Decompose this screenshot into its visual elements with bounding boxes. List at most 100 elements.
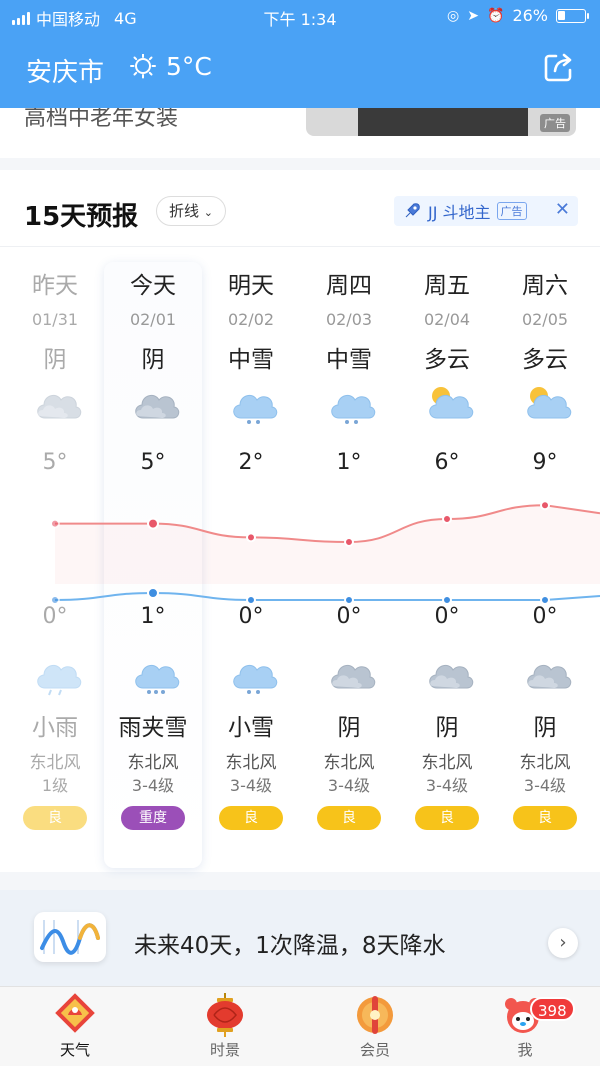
tab-label: 会员: [359, 1041, 390, 1059]
overcast-icon: [129, 380, 181, 426]
high-temp-point: [344, 537, 354, 547]
ad-tag: 广告: [540, 114, 570, 132]
battery-icon: [556, 8, 589, 23]
cloudy-sun-icon: [130, 53, 156, 78]
night-condition: 小雪: [228, 715, 274, 741]
aqi-badge: 良: [219, 806, 283, 830]
low-temp-line: [54, 591, 600, 601]
notification-badge: 398: [530, 997, 575, 1021]
day-name: 周四: [326, 273, 372, 299]
city-name[interactable]: 安庆市: [26, 52, 104, 89]
wind-direction: 东北风: [127, 753, 179, 773]
high-temp-point: [540, 500, 550, 511]
high-temp-point: [50, 518, 60, 529]
aqi-badge: 良: [513, 806, 577, 830]
day-name: 昨天: [32, 273, 78, 299]
wind-direction: 东北风: [421, 753, 473, 773]
overcast-icon: [521, 650, 573, 696]
current-temp: 5°C: [166, 52, 212, 81]
high-temp-area: [55, 505, 600, 584]
low-temp-point: [442, 595, 452, 605]
tab-label: 时景: [209, 1041, 240, 1059]
lantern-icon: [207, 993, 243, 1037]
snow-icon: [227, 380, 279, 426]
day-date: 01/31: [31, 310, 79, 329]
day-name: 明天: [228, 273, 274, 299]
night-condition: 阴: [337, 715, 361, 741]
tab-me[interactable]: 398 我: [450, 987, 600, 1066]
partly-cloudy-icon: [423, 380, 475, 426]
tab-member[interactable]: 会员: [300, 987, 450, 1066]
forecast-40day-banner[interactable]: 未来40天，1次降温，8天降水 ›: [0, 890, 600, 986]
night-condition: 雨夹雪: [118, 715, 188, 741]
high-temp: 2°: [238, 450, 264, 475]
aqi-badge: 良: [317, 806, 381, 830]
tab-label: 天气: [59, 1041, 90, 1059]
day-date: 02/03: [325, 310, 373, 329]
weather-badge-icon: [55, 993, 95, 1033]
day-condition: 多云: [522, 347, 568, 373]
night-condition: 阴: [533, 715, 557, 741]
clock: 下午 1:34: [263, 10, 337, 29]
overcast-icon: [423, 650, 475, 696]
wind-direction: 东北风: [323, 753, 375, 773]
day-condition: 中雪: [228, 347, 274, 373]
share-icon[interactable]: [542, 50, 576, 84]
high-temp: 9°: [532, 450, 558, 475]
day-name: 今天: [130, 273, 176, 299]
overcast-icon: [31, 380, 83, 426]
wind-level: 1级: [41, 776, 69, 795]
trend-chart-icon: [34, 912, 106, 962]
night-condition: 小雨: [32, 715, 78, 741]
day-condition: 多云: [424, 347, 470, 373]
snow-icon: [325, 380, 377, 426]
status-bar: 中国移动 4G 下午 1:34 ◎ ➤ ⏰ 26%: [0, 0, 600, 32]
wind-level: 3-4级: [131, 776, 175, 795]
aqi-badge: 良: [415, 806, 479, 830]
day-condition: 中雪: [326, 347, 372, 373]
rotation-lock-icon: ◎: [447, 7, 460, 24]
day-date: 02/04: [423, 310, 471, 329]
ad-strip-text[interactable]: 高档中老年女装: [24, 108, 178, 132]
low-temp-point: [540, 595, 550, 605]
high-temp-point: [246, 532, 256, 543]
partly-cloudy-icon: [521, 380, 573, 426]
sleet-icon: [129, 650, 181, 696]
alarm-icon: ⏰: [487, 7, 505, 24]
wind-direction: 东北风: [29, 753, 81, 773]
wind-direction: 东北风: [225, 753, 277, 773]
high-temp-point: [442, 514, 452, 524]
banner-text[interactable]: 未来40天，1次降温，8天降水: [134, 926, 446, 960]
day-date: 02/05: [521, 310, 569, 329]
wind-level: 3-4级: [425, 776, 469, 795]
low-temp-point: [344, 595, 354, 605]
day-condition: 阴: [43, 347, 67, 373]
high-temp: 5°: [42, 450, 68, 475]
ad-strip[interactable]: 高档中老年女装 广告: [0, 108, 600, 158]
wind-level: 3-4级: [229, 776, 273, 795]
aqi-badge: 良: [23, 806, 87, 830]
member-coin-icon: [357, 996, 393, 1034]
chevron-right-icon[interactable]: ›: [548, 928, 578, 958]
ad-strip-image[interactable]: 广告: [306, 108, 576, 136]
wind-level: 3-4级: [327, 776, 371, 795]
top-bar: 中国移动 4G 下午 1:34 ◎ ➤ ⏰ 26% 安庆市 5°C: [0, 0, 600, 108]
battery-percent: 26%: [512, 6, 548, 25]
current-weather: 5°C: [128, 52, 212, 81]
tab-label: 我: [517, 1041, 533, 1059]
temperature-chart: [50, 500, 600, 605]
tab-bar: 天气 时景 会员 398 我: [0, 986, 600, 1066]
tab-weather[interactable]: 天气: [0, 987, 150, 1066]
day-name: 周五: [424, 273, 470, 299]
overcast-icon: [325, 650, 377, 696]
high-temp: 1°: [336, 450, 362, 475]
rain-icon: [31, 650, 83, 696]
tab-scenery[interactable]: 时景: [150, 987, 300, 1066]
low-temp-point: [50, 595, 60, 605]
high-temp-point: [147, 517, 159, 530]
day-name: 周六: [522, 273, 568, 299]
night-condition: 阴: [435, 715, 459, 741]
wind-level: 3-4级: [523, 776, 567, 795]
low-temp-point: [147, 587, 159, 599]
high-temp: 6°: [434, 450, 460, 475]
